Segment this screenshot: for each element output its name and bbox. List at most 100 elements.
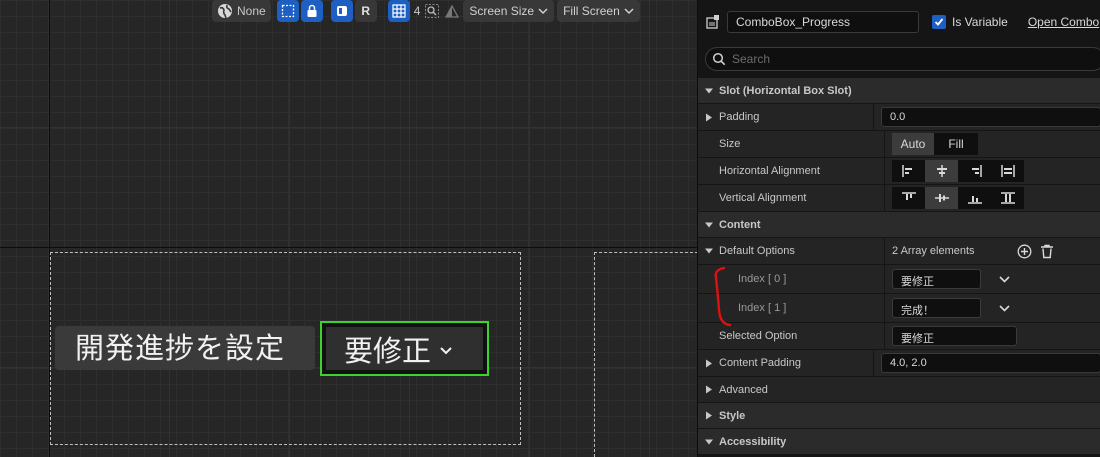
category-style[interactable]: Style <box>698 403 1100 429</box>
chevron-down-icon <box>440 346 452 354</box>
property-size: Size Auto Fill <box>698 131 1100 158</box>
collapsed-triangle-icon[interactable] <box>705 359 713 368</box>
combobox-progress-preview[interactable]: 要修正 <box>320 321 489 376</box>
category-style-label: Style <box>719 409 746 422</box>
expanded-triangle-icon <box>705 88 713 93</box>
horizontal-alignment-group <box>892 160 1024 182</box>
chevron-down-icon <box>538 8 548 15</box>
grid-line <box>0 127 697 128</box>
v-align-fill-button[interactable] <box>991 187 1024 209</box>
property-default-options: Default Options 2 Array elements <box>698 238 1100 265</box>
size-auto-button[interactable]: Auto <box>892 133 934 155</box>
chevron-down-icon <box>624 8 634 15</box>
category-accessibility[interactable]: Accessibility <box>698 429 1100 455</box>
designer-canvas[interactable]: None R 4 Screen Size Fill Screen 開発進捗を設定… <box>0 0 697 457</box>
zoom-to-fit-icon[interactable] <box>424 3 440 19</box>
option-1-input[interactable]: 完成！ <box>892 298 981 318</box>
widget-name-input[interactable]: ComboBox_Progress <box>727 10 919 33</box>
property-value: Auto Fill <box>884 131 1100 157</box>
respect-lock-r-button[interactable]: R <box>354 0 377 22</box>
option-0-input[interactable]: 要修正 <box>892 269 981 289</box>
property-vertical-alignment: Vertical Alignment <box>698 185 1100 212</box>
localization-value: None <box>237 4 266 18</box>
h-align-right-button[interactable] <box>958 160 991 182</box>
v-align-top-button[interactable] <box>892 187 925 209</box>
align-right-icon <box>971 165 982 177</box>
progress-label-text[interactable]: 開発進捗を設定 <box>75 330 285 366</box>
combobox-inner: 要修正 <box>326 327 483 370</box>
expanded-triangle-icon <box>705 222 713 227</box>
category-accessibility-label: Accessibility <box>719 435 787 448</box>
designer-toolbar: None R 4 Screen Size Fill Screen <box>212 0 640 22</box>
h-align-left-button[interactable] <box>892 160 925 182</box>
grid-snap-value[interactable]: 4 <box>414 4 421 18</box>
screen-size-dropdown[interactable]: Screen Size <box>463 0 555 22</box>
index-1-label: Index [ 1 ] <box>738 302 787 314</box>
align-left-icon <box>901 165 912 177</box>
collapsed-triangle-icon <box>706 411 712 420</box>
h-align-center-button[interactable] <box>925 160 958 182</box>
search-placeholder: Search <box>732 52 771 66</box>
canvas-bounds <box>594 252 697 457</box>
size-label: Size <box>719 138 741 150</box>
grid-snap-toggle[interactable] <box>387 0 410 22</box>
fill-screen-dropdown[interactable]: Fill Screen <box>557 0 640 22</box>
padding-input[interactable]: 0.0 <box>881 107 1100 127</box>
is-variable-checkbox[interactable] <box>932 14 946 29</box>
property-value <box>884 158 1100 184</box>
respect-lock-toggle[interactable] <box>330 0 353 22</box>
property-value: 要修正 <box>884 265 1100 293</box>
property-horizontal-alignment: Horizontal Alignment <box>698 158 1100 185</box>
grid-snap-group: 4 <box>387 0 461 22</box>
vertical-alignment-group <box>892 187 1024 209</box>
lock-toggle[interactable] <box>300 0 323 22</box>
lock-icon <box>307 4 317 17</box>
widget-box-icon <box>336 6 347 16</box>
property-label: Padding <box>698 104 873 130</box>
chevron-down-icon[interactable] <box>999 304 1010 312</box>
selected-option-input[interactable]: 要修正 <box>892 326 1017 346</box>
property-content-padding: Content Padding 4.0, 2.0 <box>698 350 1100 377</box>
default-options-label: Default Options <box>719 245 795 257</box>
array-element-1: Index [ 1 ] 完成！ <box>698 294 1100 323</box>
collapsed-triangle-icon[interactable] <box>705 113 713 122</box>
v-align-bottom-button[interactable] <box>958 187 991 209</box>
v-align-center-button[interactable] <box>925 187 958 209</box>
vertical-alignment-label: Vertical Alignment <box>719 192 807 204</box>
property-selected-option: Selected Option 要修正 <box>698 323 1100 350</box>
align-fill-icon <box>1000 165 1015 177</box>
index-0-label: Index [ 0 ] <box>738 273 787 285</box>
localization-preview-button[interactable]: None <box>212 0 271 22</box>
details-header: ComboBox_Progress Is Variable Open Combo <box>698 0 1100 43</box>
search-icon <box>712 52 726 66</box>
align-middle-icon <box>934 194 949 202</box>
collapsed-triangle-icon <box>706 385 712 394</box>
category-content[interactable]: Content <box>698 212 1100 238</box>
lock-group <box>276 0 323 22</box>
open-combo-link[interactable]: Open Combo <box>1028 15 1099 29</box>
dpi-scale-icon[interactable] <box>444 3 460 19</box>
property-label: Advanced <box>698 377 768 402</box>
add-element-button[interactable] <box>1017 244 1032 259</box>
padding-label: Padding <box>719 111 760 123</box>
dashed-outline-toggle[interactable] <box>276 0 299 22</box>
property-value: 2 Array elements <box>884 238 1100 264</box>
advanced-label: Advanced <box>719 383 768 396</box>
globe-icon <box>218 4 232 19</box>
clear-array-button[interactable] <box>1040 244 1054 259</box>
size-fill-button[interactable]: Fill <box>934 133 978 155</box>
details-panel: ComboBox_Progress Is Variable Open Combo… <box>697 0 1100 457</box>
h-align-fill-button[interactable] <box>991 160 1024 182</box>
respect-lock-group: R <box>330 0 377 22</box>
chevron-down-icon[interactable] <box>999 275 1010 283</box>
details-search-input[interactable]: Search <box>705 47 1100 71</box>
property-advanced[interactable]: Advanced <box>698 377 1100 403</box>
trash-icon <box>1041 244 1053 258</box>
content-padding-input[interactable]: 4.0, 2.0 <box>881 353 1100 373</box>
screen-size-label: Screen Size <box>469 4 535 18</box>
category-slot[interactable]: Slot (Horizontal Box Slot) <box>698 78 1100 104</box>
category-slot-label: Slot (Horizontal Box Slot) <box>719 84 852 97</box>
expanded-triangle-icon[interactable] <box>705 247 713 255</box>
align-center-icon <box>936 165 947 177</box>
grid-line <box>529 0 530 457</box>
